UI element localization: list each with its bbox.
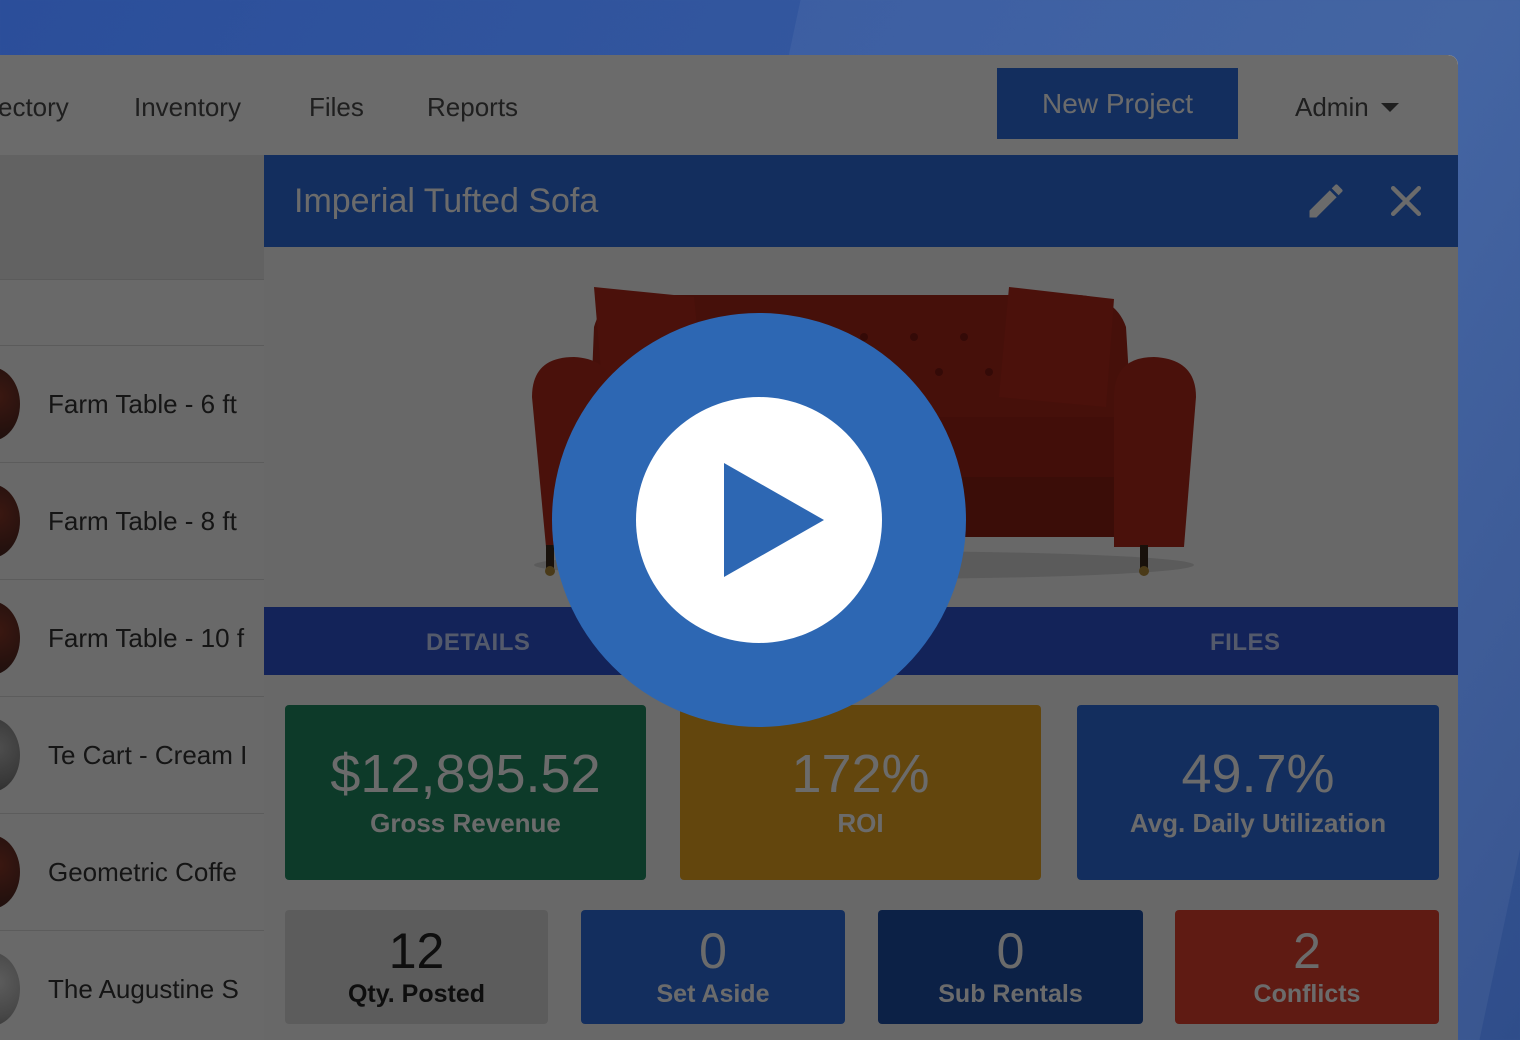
admin-menu[interactable]: Admin	[1295, 92, 1399, 123]
sub-rentals-label: Sub Rentals	[938, 979, 1083, 1008]
nav-link-reports[interactable]: Reports	[427, 92, 518, 123]
list-item[interactable]: Farm Table - 10 f	[0, 580, 264, 697]
list-item[interactable]: Te Cart - Cream I	[0, 697, 264, 814]
list-item[interactable]: Farm Table - 6 ft	[0, 346, 264, 463]
list-item[interactable]: Farm Table - 8 ft	[0, 463, 264, 580]
pencil-icon[interactable]	[1304, 179, 1348, 223]
set-aside-value: 0	[699, 922, 727, 979]
list-subheader	[0, 280, 264, 346]
play-button-inner	[636, 397, 882, 643]
nav-link-files[interactable]: Files	[309, 92, 364, 123]
sub-rentals-value: 0	[996, 922, 1025, 979]
tab-details[interactable]: DETAILS	[426, 629, 530, 657]
roi-card: 172% ROI	[680, 705, 1041, 880]
list-item-label: Farm Table - 10 f	[48, 622, 245, 653]
gross-revenue-label: Gross Revenue	[370, 808, 561, 839]
set-aside-label: Set Aside	[656, 979, 770, 1008]
utilization-label: Avg. Daily Utilization	[1129, 808, 1387, 839]
conflicts-value: 2	[1293, 922, 1321, 979]
list-item-label: Geometric Coffe	[48, 856, 237, 887]
utilization-card: 49.7% Avg. Daily Utilization	[1077, 705, 1439, 880]
item-thumbnail	[0, 718, 20, 792]
inventory-list: Farm Table - 6 ft Farm Table - 8 ft Farm…	[0, 155, 264, 1040]
roi-label: ROI	[837, 808, 884, 839]
list-item[interactable]: Geometric Coffe	[0, 814, 264, 931]
caret-down-icon	[1380, 103, 1399, 112]
nav-link-inventory[interactable]: Inventory	[134, 92, 241, 123]
list-item-label: Te Cart - Cream I	[48, 739, 248, 770]
list-item-label: The Augustine S	[48, 973, 239, 1004]
tab-files[interactable]: FILES	[1210, 629, 1281, 657]
item-title: Imperial Tufted Sofa	[294, 181, 599, 220]
nav-link-directory[interactable]: ectory	[0, 92, 69, 123]
qty-posted-card: 12 Qty. Posted	[285, 910, 548, 1024]
list-header	[0, 155, 264, 280]
detail-header: Imperial Tufted Sofa	[264, 155, 1458, 247]
play-button[interactable]	[552, 313, 966, 727]
conflicts-card: 2 Conflicts	[1175, 910, 1439, 1024]
qty-posted-value: 12	[388, 922, 445, 979]
list-item[interactable]: The Augustine S	[0, 931, 264, 1040]
gross-revenue-value: $12,895.52	[330, 743, 601, 804]
item-thumbnail	[0, 601, 20, 675]
item-thumbnail	[0, 835, 20, 909]
set-aside-card: 0 Set Aside	[581, 910, 845, 1024]
roi-value: 172%	[791, 743, 930, 804]
item-thumbnail	[0, 952, 20, 1026]
qty-posted-label: Qty. Posted	[347, 979, 486, 1008]
list-item-label: Farm Table - 6 ft	[48, 388, 237, 419]
close-icon[interactable]	[1384, 179, 1428, 223]
play-icon	[724, 463, 824, 577]
gross-revenue-card: $12,895.52 Gross Revenue	[285, 705, 646, 880]
item-thumbnail	[0, 367, 20, 441]
admin-label: Admin	[1295, 92, 1369, 122]
item-thumbnail	[0, 484, 20, 558]
top-navigation: ectory Inventory Files Reports New Proje…	[0, 55, 1458, 155]
list-item-label: Farm Table - 8 ft	[48, 505, 237, 536]
sub-rentals-card: 0 Sub Rentals	[878, 910, 1143, 1024]
new-project-button[interactable]: New Project	[997, 68, 1238, 139]
utilization-value: 49.7%	[1181, 743, 1335, 804]
conflicts-label: Conflicts	[1253, 979, 1361, 1008]
